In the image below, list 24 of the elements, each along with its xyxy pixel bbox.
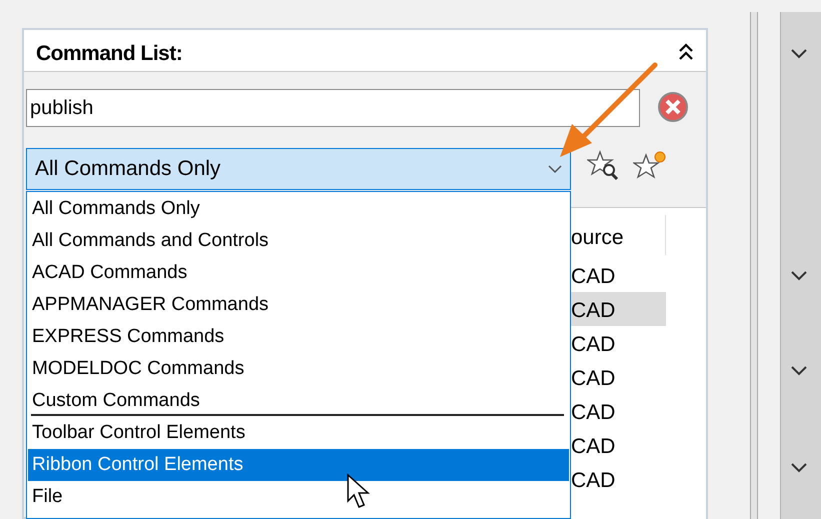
search-field[interactable]: publish bbox=[26, 89, 640, 127]
filter-dropdown[interactable]: All Commands Only bbox=[26, 148, 571, 190]
dropdown-option[interactable]: Ribbon Control Elements bbox=[28, 449, 569, 481]
dropdown-caret-icon bbox=[548, 164, 562, 174]
dropdown-option[interactable]: EXPRESS Commands bbox=[28, 321, 569, 353]
dropdown-option[interactable]: Toolbar Control Elements bbox=[28, 417, 569, 449]
dropdown-option[interactable]: APPMANAGER Commands bbox=[28, 289, 569, 321]
chevron-down-icon[interactable] bbox=[790, 270, 808, 282]
chevron-down-icon[interactable] bbox=[790, 365, 808, 377]
dropdown-option[interactable]: ACAD Commands bbox=[28, 257, 569, 289]
dropdown-option[interactable]: File bbox=[28, 481, 569, 513]
column-header[interactable]: ource bbox=[571, 215, 666, 255]
clear-icon[interactable] bbox=[657, 91, 689, 123]
dropdown-option[interactable]: All Commands and Controls bbox=[28, 225, 569, 257]
table-cell: CAD bbox=[571, 292, 666, 326]
collapse-icon[interactable] bbox=[678, 43, 694, 61]
dropdown-option[interactable]: MODELDOC Commands bbox=[28, 353, 569, 385]
chevron-down-icon[interactable] bbox=[790, 48, 808, 60]
dropdown-value: All Commands Only bbox=[35, 156, 221, 182]
panel-title: Command List: bbox=[36, 41, 182, 67]
mouse-cursor-icon bbox=[346, 473, 372, 511]
dropdown-option[interactable]: All Commands Only bbox=[28, 193, 569, 225]
dropdown-option[interactable]: Custom Commands bbox=[28, 385, 569, 417]
chevron-down-icon[interactable] bbox=[790, 462, 808, 474]
